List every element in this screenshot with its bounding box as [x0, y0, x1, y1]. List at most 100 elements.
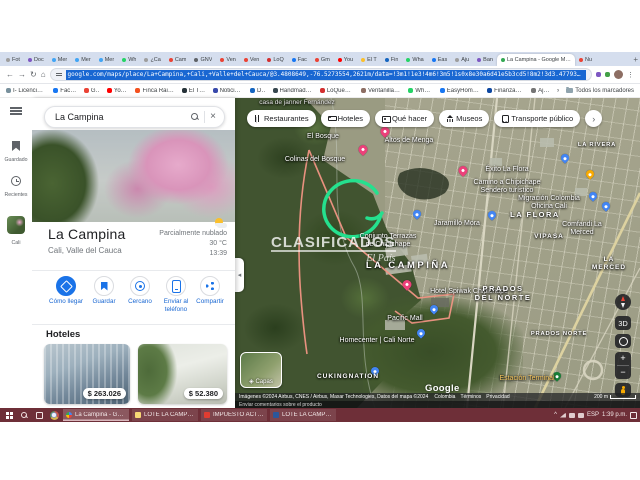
browser-tab[interactable]: Ven: [216, 54, 239, 66]
taskbar-window-button[interactable]: La Campina - Googl...: [63, 409, 129, 421]
action-button[interactable]: Cercano: [120, 276, 160, 306]
site-info-icon[interactable]: [56, 72, 62, 78]
bookmark-item[interactable]: El Tiempo: [182, 88, 206, 94]
browser-tab[interactable]: Ven: [240, 54, 263, 66]
back-button[interactable]: ←: [6, 71, 14, 79]
bookmark-item[interactable]: WhatsApp: [408, 88, 433, 94]
browser-tab[interactable]: Fin: [381, 54, 403, 66]
compass[interactable]: [615, 294, 631, 310]
3d-button[interactable]: 3D: [615, 316, 631, 330]
browser-tab[interactable]: Eas: [428, 54, 451, 66]
more-categories-chip[interactable]: ›: [585, 110, 602, 127]
extension-icon[interactable]: [596, 72, 601, 77]
bookmark-item[interactable]: Finanzas.com.co: [487, 88, 524, 94]
action-button[interactable]: Cómo llegar: [46, 276, 86, 306]
menu-icon[interactable]: [10, 107, 22, 115]
browser-tab[interactable]: El T: [357, 54, 381, 66]
browser-tab[interactable]: Gm: [311, 54, 334, 66]
search-box[interactable]: ×: [44, 106, 225, 128]
browser-tab[interactable]: Fot: [2, 54, 24, 66]
attribution-link[interactable]: Privacidad: [486, 394, 509, 400]
place-photo[interactable]: [32, 130, 235, 222]
rail-item[interactable]: Guardado: [0, 138, 32, 163]
zoom-out-button[interactable]: −: [615, 366, 631, 379]
browser-tab[interactable]: Mer: [71, 54, 94, 66]
map-canvas[interactable]: Restaurantes Hoteles Qué hacer Museos Tr…: [235, 98, 640, 408]
task-view-button[interactable]: [33, 409, 45, 421]
browser-tab[interactable]: Mer: [48, 54, 71, 66]
bookmark-item[interactable]: EasyHome Agendas...: [440, 88, 480, 94]
browser-tab[interactable]: Cam: [165, 54, 191, 66]
browser-tab[interactable]: You: [334, 54, 357, 66]
tray-time[interactable]: 1:39 p.m.: [602, 412, 627, 418]
browser-tab[interactable]: Doc: [24, 54, 48, 66]
taskbar-window-button[interactable]: LOTE LA CAMPIÑA S...: [270, 409, 336, 421]
bookmark-item[interactable]: »: [557, 88, 559, 94]
bookmark-item[interactable]: LoQueNecesito: [320, 88, 354, 94]
bookmark-item[interactable]: YouTube: [107, 88, 129, 94]
volume-icon[interactable]: [569, 413, 575, 418]
start-button[interactable]: [3, 409, 15, 421]
taskbar-search-button[interactable]: [18, 409, 30, 421]
browser-tab[interactable]: Fac: [288, 54, 311, 66]
category-chip[interactable]: Hoteles: [321, 110, 370, 127]
hotel-card[interactable]: $ 52.380: [138, 344, 227, 404]
forward-button[interactable]: →: [18, 71, 26, 79]
search-input[interactable]: [53, 111, 186, 123]
url-text[interactable]: google.com/maps/place/La+Campina,+Cali,+…: [66, 70, 586, 80]
browser-tab[interactable]: Ban: [473, 54, 497, 66]
chrome-taskbar-button[interactable]: [48, 409, 60, 421]
category-chip[interactable]: Transporte público: [494, 110, 580, 127]
feedback-link[interactable]: Enviar comentarios sobre el producto: [239, 402, 322, 408]
bookmark-item[interactable]: Ajustes: [531, 88, 550, 94]
tray-caret[interactable]: ^: [554, 412, 557, 418]
network-icon[interactable]: [560, 413, 566, 418]
browser-tab[interactable]: ¿Ca: [140, 54, 164, 66]
map-pin[interactable]: [357, 143, 370, 156]
browser-tab[interactable]: Mer: [95, 54, 118, 66]
action-button[interactable]: Compartir: [190, 276, 230, 306]
my-location-button[interactable]: [615, 334, 631, 348]
tray-language[interactable]: ESP: [587, 412, 599, 418]
extension-icon[interactable]: [605, 72, 610, 77]
browser-tab[interactable]: Aju: [451, 54, 473, 66]
hotel-card[interactable]: $ 263.026: [44, 344, 130, 404]
taskbar-window-button[interactable]: IMPUESTO ACTUAL...: [201, 409, 267, 421]
category-chip[interactable]: Museos: [439, 110, 489, 127]
rail-item[interactable]: Recientes: [0, 173, 32, 198]
address-bar[interactable]: google.com/maps/place/La+Campina,+Cali,+…: [50, 68, 592, 81]
bookmark-item[interactable]: Finca Raiz Effec...: [135, 88, 174, 94]
reload-button[interactable]: ↻: [30, 71, 37, 79]
bookmark-item[interactable]: Handmade Guadua...: [273, 88, 313, 94]
browser-tab[interactable]: Wh: [118, 54, 140, 66]
bookmark-item[interactable]: Noticias RCN: [213, 88, 243, 94]
battery-icon[interactable]: [578, 413, 584, 418]
menu-button[interactable]: ⋮: [627, 71, 634, 79]
taskbar-window-button[interactable]: LOTE LA CAMPIÑA C...: [132, 409, 198, 421]
category-chip[interactable]: Restaurantes: [247, 110, 316, 127]
notification-center-button[interactable]: [630, 412, 637, 419]
home-button[interactable]: ⌂: [41, 71, 46, 79]
zoom-in-button[interactable]: +: [615, 352, 631, 365]
profile-avatar[interactable]: [614, 70, 623, 79]
browser-tab[interactable]: LoQ: [263, 54, 287, 66]
search-icon[interactable]: [191, 113, 199, 121]
attribution-link[interactable]: Términos: [460, 394, 481, 400]
bookmark-item[interactable]: Gmail: [84, 88, 100, 94]
browser-tab[interactable]: Wha: [402, 54, 427, 66]
browser-tab[interactable]: La Campina - Google Maps: [497, 54, 575, 66]
category-chip[interactable]: Qué hacer: [375, 110, 434, 127]
rail-item[interactable]: Cali: [0, 216, 32, 246]
all-bookmarks-folder[interactable]: Todos los marcadores: [566, 88, 634, 94]
new-tab-button[interactable]: +: [633, 54, 638, 66]
browser-tab[interactable]: GNV: [190, 54, 216, 66]
panel-collapse-button[interactable]: ◂: [235, 258, 244, 292]
bookmark-item[interactable]: Facebook: [53, 88, 77, 94]
attribution-link[interactable]: Colombia: [434, 394, 455, 400]
bookmark-item[interactable]: D.Nia: [250, 88, 266, 94]
bookmark-item[interactable]: Ventanilla Única de...: [361, 88, 401, 94]
layers-button[interactable]: ◈ Capas: [240, 352, 282, 388]
clear-search-icon[interactable]: ×: [210, 112, 216, 122]
browser-tab[interactable]: Nu: [575, 54, 596, 66]
bookmark-item[interactable]: I- Licencias Exit NO...: [6, 88, 46, 94]
